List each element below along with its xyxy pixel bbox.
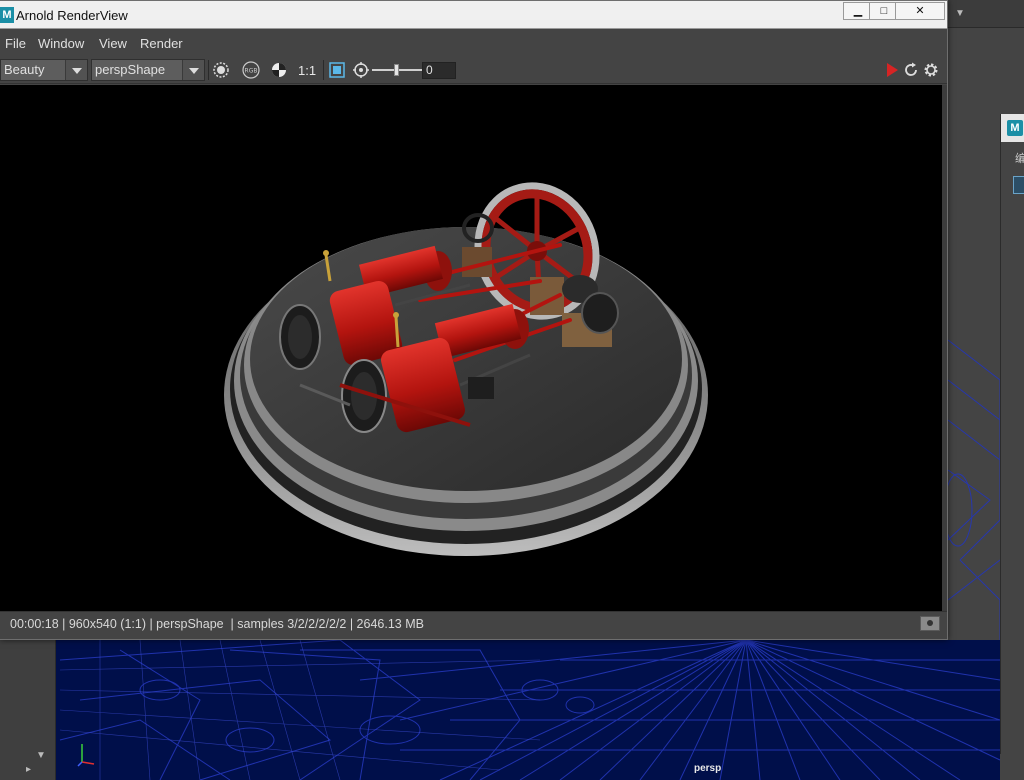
chevron-down-icon[interactable]: ▼	[36, 750, 46, 761]
chevron-right-icon[interactable]: ▸	[26, 764, 31, 775]
display-settings-icon[interactable]	[351, 60, 371, 80]
window-titlebar[interactable]: M Arnold RenderView ▁ □ ✕	[0, 1, 947, 29]
camera-select-value: perspShape	[95, 62, 166, 77]
status-bar: 00:00:18 | 960x540 (1:1) | perspShape | …	[0, 611, 947, 635]
secondary-maya-window: M 编	[1000, 114, 1024, 754]
menu-window[interactable]: Window	[38, 36, 84, 51]
maya-app-icon: M	[0, 7, 14, 23]
menu-view[interactable]: View	[99, 36, 127, 51]
refresh-icon[interactable]	[901, 60, 921, 80]
zoom-ratio-label[interactable]: 1:1	[298, 63, 316, 78]
canvas-scrollbar[interactable]	[942, 85, 947, 611]
viewport-camera-label: persp	[694, 763, 722, 774]
exposure-slider[interactable]	[372, 64, 422, 76]
snapshot-camera-icon[interactable]	[920, 616, 940, 631]
window-title: Arnold RenderView	[16, 8, 128, 23]
svg-text:RGB: RGB	[245, 68, 258, 75]
menu-render[interactable]: Render	[140, 36, 183, 51]
render-canvas[interactable]	[0, 85, 942, 611]
menu-file[interactable]: File	[5, 36, 26, 51]
chevron-down-icon[interactable]	[65, 60, 87, 80]
background-checker-icon[interactable]	[269, 60, 289, 80]
toolbar-divider	[323, 60, 324, 80]
rendered-image	[224, 182, 708, 556]
crop-region-icon[interactable]	[211, 60, 231, 80]
camera-select[interactable]: perspShape	[91, 59, 205, 81]
settings-gear-icon[interactable]	[921, 60, 941, 80]
toolbar-divider	[208, 60, 209, 80]
aov-select[interactable]: Beauty	[0, 59, 88, 81]
menu-bar: File Window View Render	[0, 30, 947, 56]
aov-select-value: Beauty	[4, 62, 45, 77]
chevron-down-icon[interactable]: ▼	[952, 6, 968, 22]
storage-icon[interactable]	[327, 60, 347, 80]
maya-app-icon: M	[1007, 120, 1023, 136]
render-toolbar: Beauty perspShape RGB 1:1 0	[0, 56, 947, 84]
slider-handle[interactable]	[394, 64, 399, 76]
exposure-input[interactable]: 0	[422, 62, 456, 79]
arnold-renderview-window: M Arnold RenderView ▁ □ ✕ File Window Vi…	[0, 0, 948, 640]
secondary-window-menu[interactable]: 编	[1015, 150, 1024, 166]
close-button[interactable]: ✕	[895, 2, 945, 20]
maya-left-panel: ▼ ▸	[0, 638, 56, 780]
rgb-channel-icon[interactable]: RGB	[241, 60, 261, 80]
render-status-text: 00:00:18 | 960x540 (1:1) | perspShape | …	[10, 617, 424, 631]
axis-gizmo-icon	[77, 744, 95, 767]
secondary-window-titlebar[interactable]: M	[1001, 114, 1024, 142]
chevron-down-icon[interactable]	[182, 60, 204, 80]
secondary-window-tool-button[interactable]	[1013, 176, 1024, 194]
render-play-icon[interactable]	[882, 60, 902, 80]
